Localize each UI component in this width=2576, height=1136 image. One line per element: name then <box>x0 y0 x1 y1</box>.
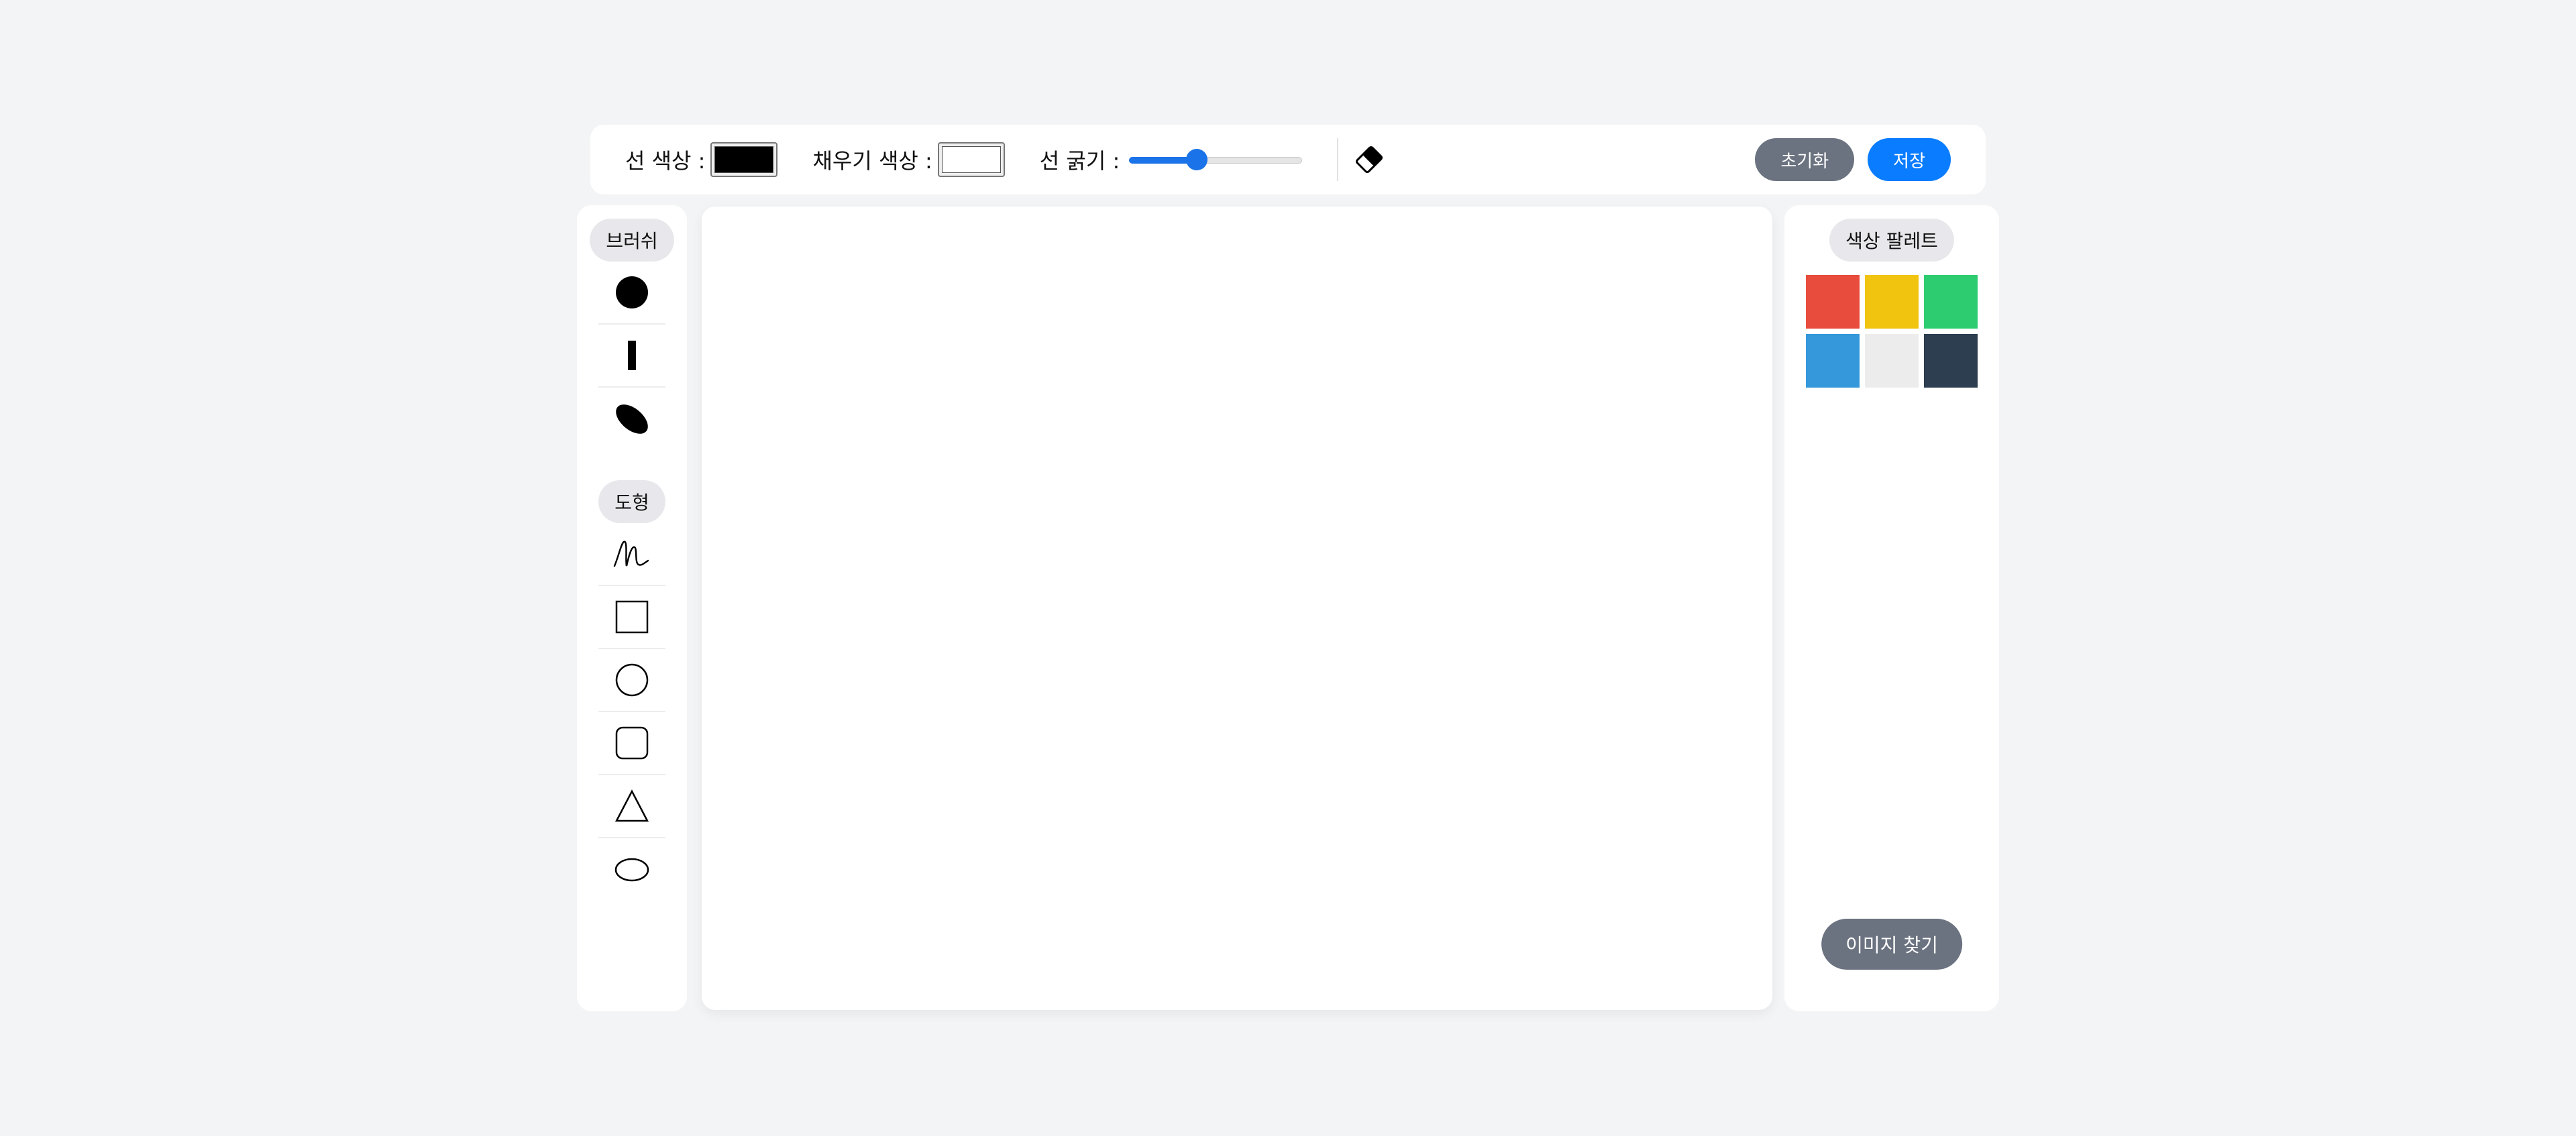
rectangle-icon <box>615 600 649 634</box>
palette-panel: 색상 팔레트 이미지 찾기 <box>1784 205 1999 1011</box>
find-image-button[interactable]: 이미지 찾기 <box>1821 919 1962 970</box>
rounded-rectangle-tool[interactable] <box>598 712 665 775</box>
palette-section-header: 색상 팔레트 <box>1829 219 1954 262</box>
fill-color-label: 채우기 색상 : <box>812 148 932 174</box>
stroke-color-swatch <box>714 146 774 173</box>
line-width-group: 선 굵기 : <box>1039 144 1303 175</box>
line-width-slider[interactable] <box>1129 149 1303 170</box>
palette-swatch-2[interactable] <box>1865 275 1919 329</box>
brush-list <box>598 262 665 451</box>
toolbar-divider <box>1337 138 1339 181</box>
brush-flat-tool[interactable] <box>598 325 665 388</box>
shape-list <box>598 523 665 901</box>
triangle-icon <box>614 789 649 822</box>
stroke-color-group: 선 색상 : <box>625 142 778 177</box>
color-palette <box>1806 275 1978 388</box>
slider-thumb[interactable] <box>1185 149 1208 170</box>
drawing-canvas[interactable] <box>702 207 1772 1010</box>
fill-color-picker[interactable] <box>937 142 1005 177</box>
brush-calligraphy-tool[interactable] <box>598 388 665 451</box>
eraser-button[interactable] <box>1352 142 1387 177</box>
line-width-label: 선 굵기 : <box>1039 148 1120 174</box>
stroke-color-label: 선 색상 : <box>625 148 706 174</box>
palette-swatch-1[interactable] <box>1806 275 1860 329</box>
triangle-tool[interactable] <box>598 775 665 838</box>
toolbar: 선 색상 : 채우기 색상 : 선 굵기 : 초기화 저장 <box>590 125 1986 194</box>
stroke-color-picker[interactable] <box>710 142 778 177</box>
tool-panel: 브러쉬 도형 <box>577 205 687 1011</box>
fill-color-group: 채우기 색상 : <box>812 142 1005 177</box>
ellipse-tool[interactable] <box>598 838 665 901</box>
fill-color-swatch <box>941 146 1001 173</box>
rounded-rectangle-icon <box>615 726 649 760</box>
freehand-icon <box>613 541 649 567</box>
flat-brush-icon <box>628 341 636 370</box>
round-brush-icon <box>616 276 648 308</box>
freehand-tool[interactable] <box>598 523 665 586</box>
circle-icon <box>615 663 649 697</box>
calligraphy-brush-icon <box>616 404 648 434</box>
brush-round-tool[interactable] <box>598 262 665 325</box>
eraser-icon <box>1356 146 1383 174</box>
brush-section-header: 브러쉬 <box>590 219 674 262</box>
palette-swatch-3[interactable] <box>1924 275 1978 329</box>
palette-swatch-4[interactable] <box>1806 334 1860 388</box>
circle-tool[interactable] <box>598 649 665 712</box>
shape-section-header: 도형 <box>598 480 665 523</box>
ellipse-icon <box>614 858 649 882</box>
save-button[interactable]: 저장 <box>1868 138 1951 181</box>
reset-button[interactable]: 초기화 <box>1755 138 1855 181</box>
palette-swatch-5[interactable] <box>1865 334 1919 388</box>
palette-swatch-6[interactable] <box>1924 334 1978 388</box>
rectangle-tool[interactable] <box>598 586 665 649</box>
